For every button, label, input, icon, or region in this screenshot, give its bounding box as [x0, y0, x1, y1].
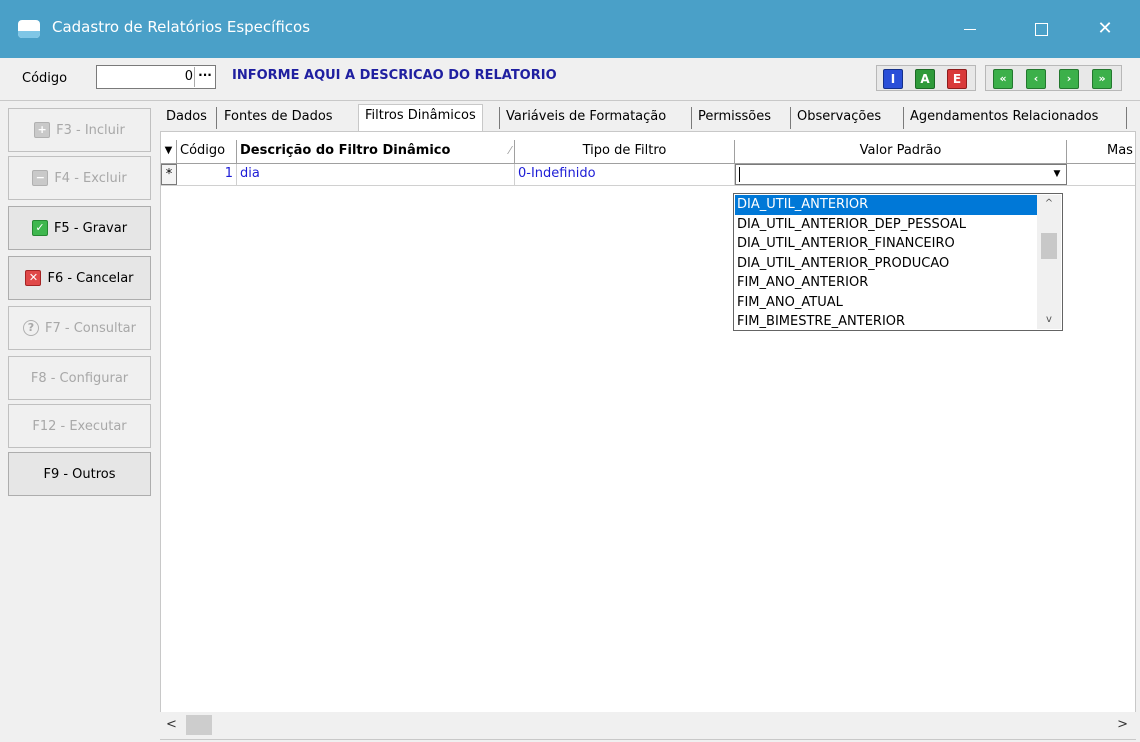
column-header-codigo[interactable]: Código	[177, 140, 237, 163]
mode-button-group: I A E	[876, 65, 976, 91]
delete-mode-button[interactable]: E	[947, 69, 967, 89]
check-icon: ✓	[31, 220, 48, 236]
column-header-valor-padrao[interactable]: Valor Padrão	[735, 140, 1067, 163]
app-icon	[18, 20, 40, 38]
window-title: Cadastro de Relatórios Específicos	[52, 18, 311, 36]
valor-padrao-dropdown-list: DIA_UTIL_ANTERIOR DIA_UTIL_ANTERIOR_DEP_…	[733, 193, 1063, 331]
minimize-icon	[964, 28, 976, 30]
first-record-button[interactable]: «	[993, 69, 1013, 89]
tab-agendamentos-relacionados[interactable]: Agendamentos Relacionados	[910, 109, 1098, 124]
insert-mode-button[interactable]: I	[883, 69, 903, 89]
dropdown-option[interactable]: DIA_UTIL_ANTERIOR_DEP_PESSOAL	[735, 215, 1039, 235]
executar-label: F12 - Executar	[32, 418, 127, 434]
configurar-button[interactable]: F8 - Configurar	[8, 356, 151, 400]
cell-descricao[interactable]: dia	[237, 164, 515, 185]
tab-divider	[790, 107, 791, 129]
column-header-tipo[interactable]: Tipo de Filtro	[515, 140, 735, 163]
title-bar: Cadastro de Relatórios Específicos ✕	[0, 0, 1140, 58]
executar-button[interactable]: F12 - Executar	[8, 404, 151, 448]
cancelar-label: F6 - Cancelar	[47, 270, 134, 286]
tab-divider	[691, 107, 692, 129]
record-navigation-group: « ‹ › »	[985, 65, 1122, 91]
tab-filtros-dinamicos[interactable]: Filtros Dinâmicos	[358, 104, 483, 131]
tab-divider	[216, 107, 217, 129]
excluir-button[interactable]: − F4 - Excluir	[8, 156, 151, 200]
maximize-button[interactable]	[1018, 0, 1064, 58]
cell-tipo[interactable]: 0-Indefinido	[515, 164, 735, 185]
tab-variaveis-de-formatacao[interactable]: Variáveis de Formatação	[506, 109, 666, 124]
report-description[interactable]: INFORME AQUI A DESCRICAO DO RELATORIO	[232, 68, 557, 83]
consultar-label: F7 - Consultar	[44, 320, 136, 336]
sort-icon: ⁄	[509, 144, 511, 157]
column-header-mascara-label: Mas	[1107, 143, 1133, 158]
header-row: Código 0 ··· INFORME AQUI A DESCRICAO DO…	[0, 58, 1140, 100]
question-icon: ?	[22, 320, 39, 336]
dropdown-option[interactable]: DIA_UTIL_ANTERIOR_PRODUCAO	[735, 254, 1039, 274]
plus-icon: +	[34, 122, 51, 138]
tab-strip: Dados Fontes de Dados Filtros Dinâmicos …	[160, 104, 1135, 132]
horizontal-scroll-thumb[interactable]	[186, 715, 212, 735]
column-header-descricao-label: Descrição do Filtro Dinâmico	[240, 143, 451, 158]
close-button[interactable]: ✕	[1082, 0, 1128, 58]
previous-record-button[interactable]: ‹	[1026, 69, 1046, 89]
dropdown-option[interactable]: DIA_UTIL_ANTERIOR	[735, 195, 1039, 215]
tab-divider	[499, 107, 500, 129]
last-record-button[interactable]: »	[1092, 69, 1112, 89]
next-record-button[interactable]: ›	[1059, 69, 1079, 89]
configurar-label: F8 - Configurar	[30, 370, 129, 386]
dropdown-scrollbar[interactable]: ^ v	[1037, 195, 1061, 329]
header-divider	[0, 100, 1140, 101]
cancelar-button[interactable]: ✕ F6 - Cancelar	[8, 256, 151, 300]
consultar-button[interactable]: ? F7 - Consultar	[8, 306, 151, 350]
row-indicator: *	[161, 164, 177, 185]
tab-divider	[1126, 107, 1127, 129]
tab-divider	[903, 107, 904, 129]
column-chooser-icon[interactable]: ▼	[161, 140, 177, 163]
alter-mode-button[interactable]: A	[915, 69, 935, 89]
codigo-label: Código	[22, 71, 68, 86]
scroll-right-icon[interactable]: >	[1117, 717, 1128, 732]
gravar-label: F5 - Gravar	[53, 220, 128, 236]
tab-observacoes[interactable]: Observações	[797, 109, 881, 124]
horizontal-scrollbar[interactable]: < >	[160, 712, 1136, 739]
scroll-left-icon[interactable]: <	[166, 717, 177, 732]
incluir-button[interactable]: + F3 - Incluir	[8, 108, 151, 152]
gravar-button[interactable]: ✓ F5 - Gravar	[8, 206, 151, 250]
table-row[interactable]: * 1 dia 0-Indefinido ▼	[161, 164, 1135, 186]
dropdown-option[interactable]: FIM_ANO_ANTERIOR	[735, 273, 1039, 293]
scroll-up-icon[interactable]: ^	[1037, 195, 1061, 213]
column-header-mascara[interactable]: Mas	[1067, 140, 1137, 163]
dropdown-scroll-thumb[interactable]	[1041, 233, 1057, 259]
outros-button[interactable]: F9 - Outros	[8, 452, 151, 496]
tab-dados[interactable]: Dados	[166, 109, 207, 124]
dropdown-option[interactable]: DIA_UTIL_ANTERIOR_FINANCEIRO	[735, 234, 1039, 254]
valor-padrao-combobox[interactable]: ▼	[735, 164, 1067, 185]
minimize-button[interactable]	[947, 0, 993, 58]
outros-label: F9 - Outros	[43, 466, 116, 482]
chevron-down-icon[interactable]: ▼	[1050, 167, 1064, 182]
dropdown-option[interactable]: FIM_ANO_ATUAL	[735, 293, 1039, 313]
codigo-lookup-button[interactable]: ···	[194, 67, 215, 87]
scroll-down-icon[interactable]: v	[1037, 311, 1061, 329]
close-icon: ✕	[1097, 18, 1113, 39]
column-header-descricao[interactable]: Descrição do Filtro Dinâmico ⁄	[237, 140, 515, 163]
grid-header: ▼ Código Descrição do Filtro Dinâmico ⁄ …	[161, 140, 1135, 164]
excluir-label: F4 - Excluir	[54, 170, 127, 186]
tab-fontes-de-dados[interactable]: Fontes de Dados	[224, 109, 333, 124]
maximize-icon	[1034, 22, 1048, 36]
x-icon: ✕	[25, 270, 42, 286]
dropdown-option[interactable]: FIM_BIMESTRE_ANTERIOR	[735, 312, 1039, 332]
text-caret	[739, 167, 740, 182]
cell-codigo[interactable]: 1	[177, 164, 237, 185]
incluir-label: F3 - Incluir	[56, 122, 125, 138]
tab-permissoes[interactable]: Permissões	[698, 109, 771, 124]
minus-icon: −	[32, 170, 49, 186]
